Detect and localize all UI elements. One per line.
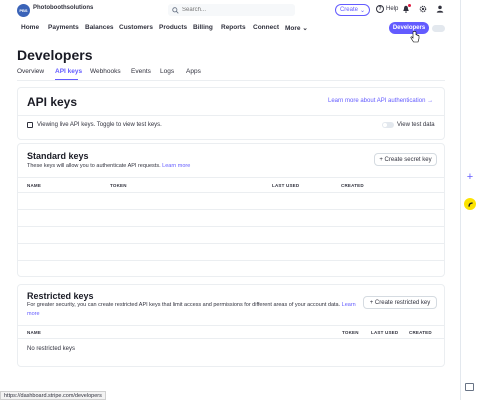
top-bar: PBS Photoboothsolutions Create ⌄ ? Help bbox=[0, 0, 460, 20]
column-header-created: CREATED bbox=[409, 330, 432, 335]
developers-button[interactable]: Developers bbox=[389, 22, 429, 34]
tab-api-keys[interactable]: API keys bbox=[55, 68, 82, 75]
no-restricted-keys-message: No restricted keys bbox=[27, 346, 76, 352]
settings-button[interactable] bbox=[418, 4, 428, 14]
account-logo[interactable]: PBS bbox=[17, 4, 30, 17]
tab-events[interactable]: Events bbox=[131, 68, 151, 75]
nav-payments[interactable]: Payments bbox=[48, 24, 79, 31]
extension-icon[interactable] bbox=[464, 198, 476, 210]
view-test-data-label[interactable]: View test data bbox=[397, 122, 435, 128]
account-name[interactable]: Photoboothsolutions bbox=[33, 5, 93, 11]
live-mode-icon bbox=[27, 122, 33, 128]
add-icon[interactable]: + bbox=[464, 171, 476, 183]
gear-icon bbox=[419, 5, 427, 13]
search-icon bbox=[172, 6, 179, 14]
help-button[interactable]: ? Help bbox=[376, 5, 398, 13]
profile-button[interactable] bbox=[435, 4, 445, 14]
tab-apps[interactable]: Apps bbox=[186, 68, 201, 75]
view-test-data-toggle[interactable] bbox=[382, 122, 394, 128]
standard-keys-description: These keys will allow you to authenticat… bbox=[27, 163, 190, 169]
tab-webhooks[interactable]: Webhooks bbox=[90, 68, 121, 75]
page-title: Developers bbox=[17, 47, 93, 63]
chevron-down-icon: ⌄ bbox=[302, 25, 308, 32]
column-header-last-used: LAST USED bbox=[371, 330, 399, 335]
help-icon: ? bbox=[376, 5, 384, 13]
nav-more[interactable]: More ⌄ bbox=[285, 24, 308, 32]
column-header-name: NAME bbox=[27, 330, 42, 335]
notifications-button[interactable] bbox=[401, 4, 411, 14]
nav-products[interactable]: Products bbox=[159, 24, 187, 31]
nav-billing[interactable]: Billing bbox=[193, 24, 213, 31]
nav-balances[interactable]: Balances bbox=[85, 24, 114, 31]
nav-more-label: More bbox=[285, 25, 301, 32]
search-bar[interactable] bbox=[168, 4, 295, 16]
standard-keys-description-text: These keys will allow you to authenticat… bbox=[27, 163, 161, 169]
extension-glyph-icon bbox=[467, 201, 473, 207]
restricted-keys-title: Restricted keys bbox=[27, 291, 94, 301]
standard-keys-learn-more-link[interactable]: Learn more bbox=[162, 163, 190, 169]
help-label: Help bbox=[386, 6, 399, 12]
column-header-last-used: LAST USED bbox=[272, 183, 300, 188]
create-restricted-key-button[interactable]: + Create restricted key bbox=[363, 296, 437, 309]
standard-keys-card: Standard keys These keys will allow you … bbox=[17, 143, 445, 277]
restricted-keys-description-text: For greater security, you can create res… bbox=[27, 302, 341, 308]
status-bar-url: https://dashboard.stripe.com/developers bbox=[0, 391, 106, 400]
api-auth-learn-more-link[interactable]: Learn more about API authentication → bbox=[328, 98, 433, 104]
nav-customers[interactable]: Customers bbox=[119, 24, 153, 31]
live-keys-notice: Viewing live API keys. Toggle to view te… bbox=[37, 122, 162, 128]
divider bbox=[18, 115, 444, 116]
create-secret-key-button[interactable]: + Create secret key bbox=[374, 153, 437, 166]
nav-reports[interactable]: Reports bbox=[221, 24, 246, 31]
nav-home[interactable]: Home bbox=[21, 24, 39, 31]
api-keys-card: API keys Learn more about API authentica… bbox=[17, 87, 445, 140]
table-row-divider bbox=[18, 192, 444, 193]
column-header-token: TOKEN bbox=[342, 330, 359, 335]
column-header-token: TOKEN bbox=[110, 183, 127, 188]
create-label: Create bbox=[339, 7, 358, 13]
tab-logs[interactable]: Logs bbox=[160, 68, 174, 75]
tab-overview[interactable]: Overview bbox=[17, 68, 44, 75]
standard-keys-title: Standard keys bbox=[27, 151, 89, 161]
chevron-down-icon: ⌄ bbox=[359, 7, 366, 14]
table-row-divider bbox=[18, 338, 444, 339]
search-input[interactable] bbox=[182, 7, 292, 13]
hand-cursor-icon bbox=[410, 31, 420, 43]
notification-dot bbox=[408, 4, 411, 7]
table-header-top-divider bbox=[18, 325, 444, 326]
table-header-top-divider bbox=[18, 177, 444, 178]
api-keys-title: API keys bbox=[27, 95, 78, 109]
create-button[interactable]: Create ⌄ bbox=[335, 4, 370, 16]
table-row-divider bbox=[18, 260, 444, 261]
nav-connect[interactable]: Connect bbox=[253, 24, 279, 31]
table-row-divider bbox=[18, 243, 444, 244]
column-header-name: NAME bbox=[27, 183, 42, 188]
column-header-created: CREATED bbox=[341, 183, 364, 188]
sidebar-panel-icon[interactable] bbox=[465, 383, 474, 391]
tabs-divider bbox=[17, 80, 445, 81]
restricted-keys-card: Restricted keys For greater security, yo… bbox=[17, 284, 445, 367]
user-icon bbox=[436, 5, 444, 13]
table-row-divider bbox=[18, 226, 444, 227]
table-row-divider bbox=[18, 209, 444, 210]
test-mode-toggle[interactable] bbox=[432, 25, 445, 32]
restricted-keys-description: For greater security, you can create res… bbox=[27, 301, 357, 319]
